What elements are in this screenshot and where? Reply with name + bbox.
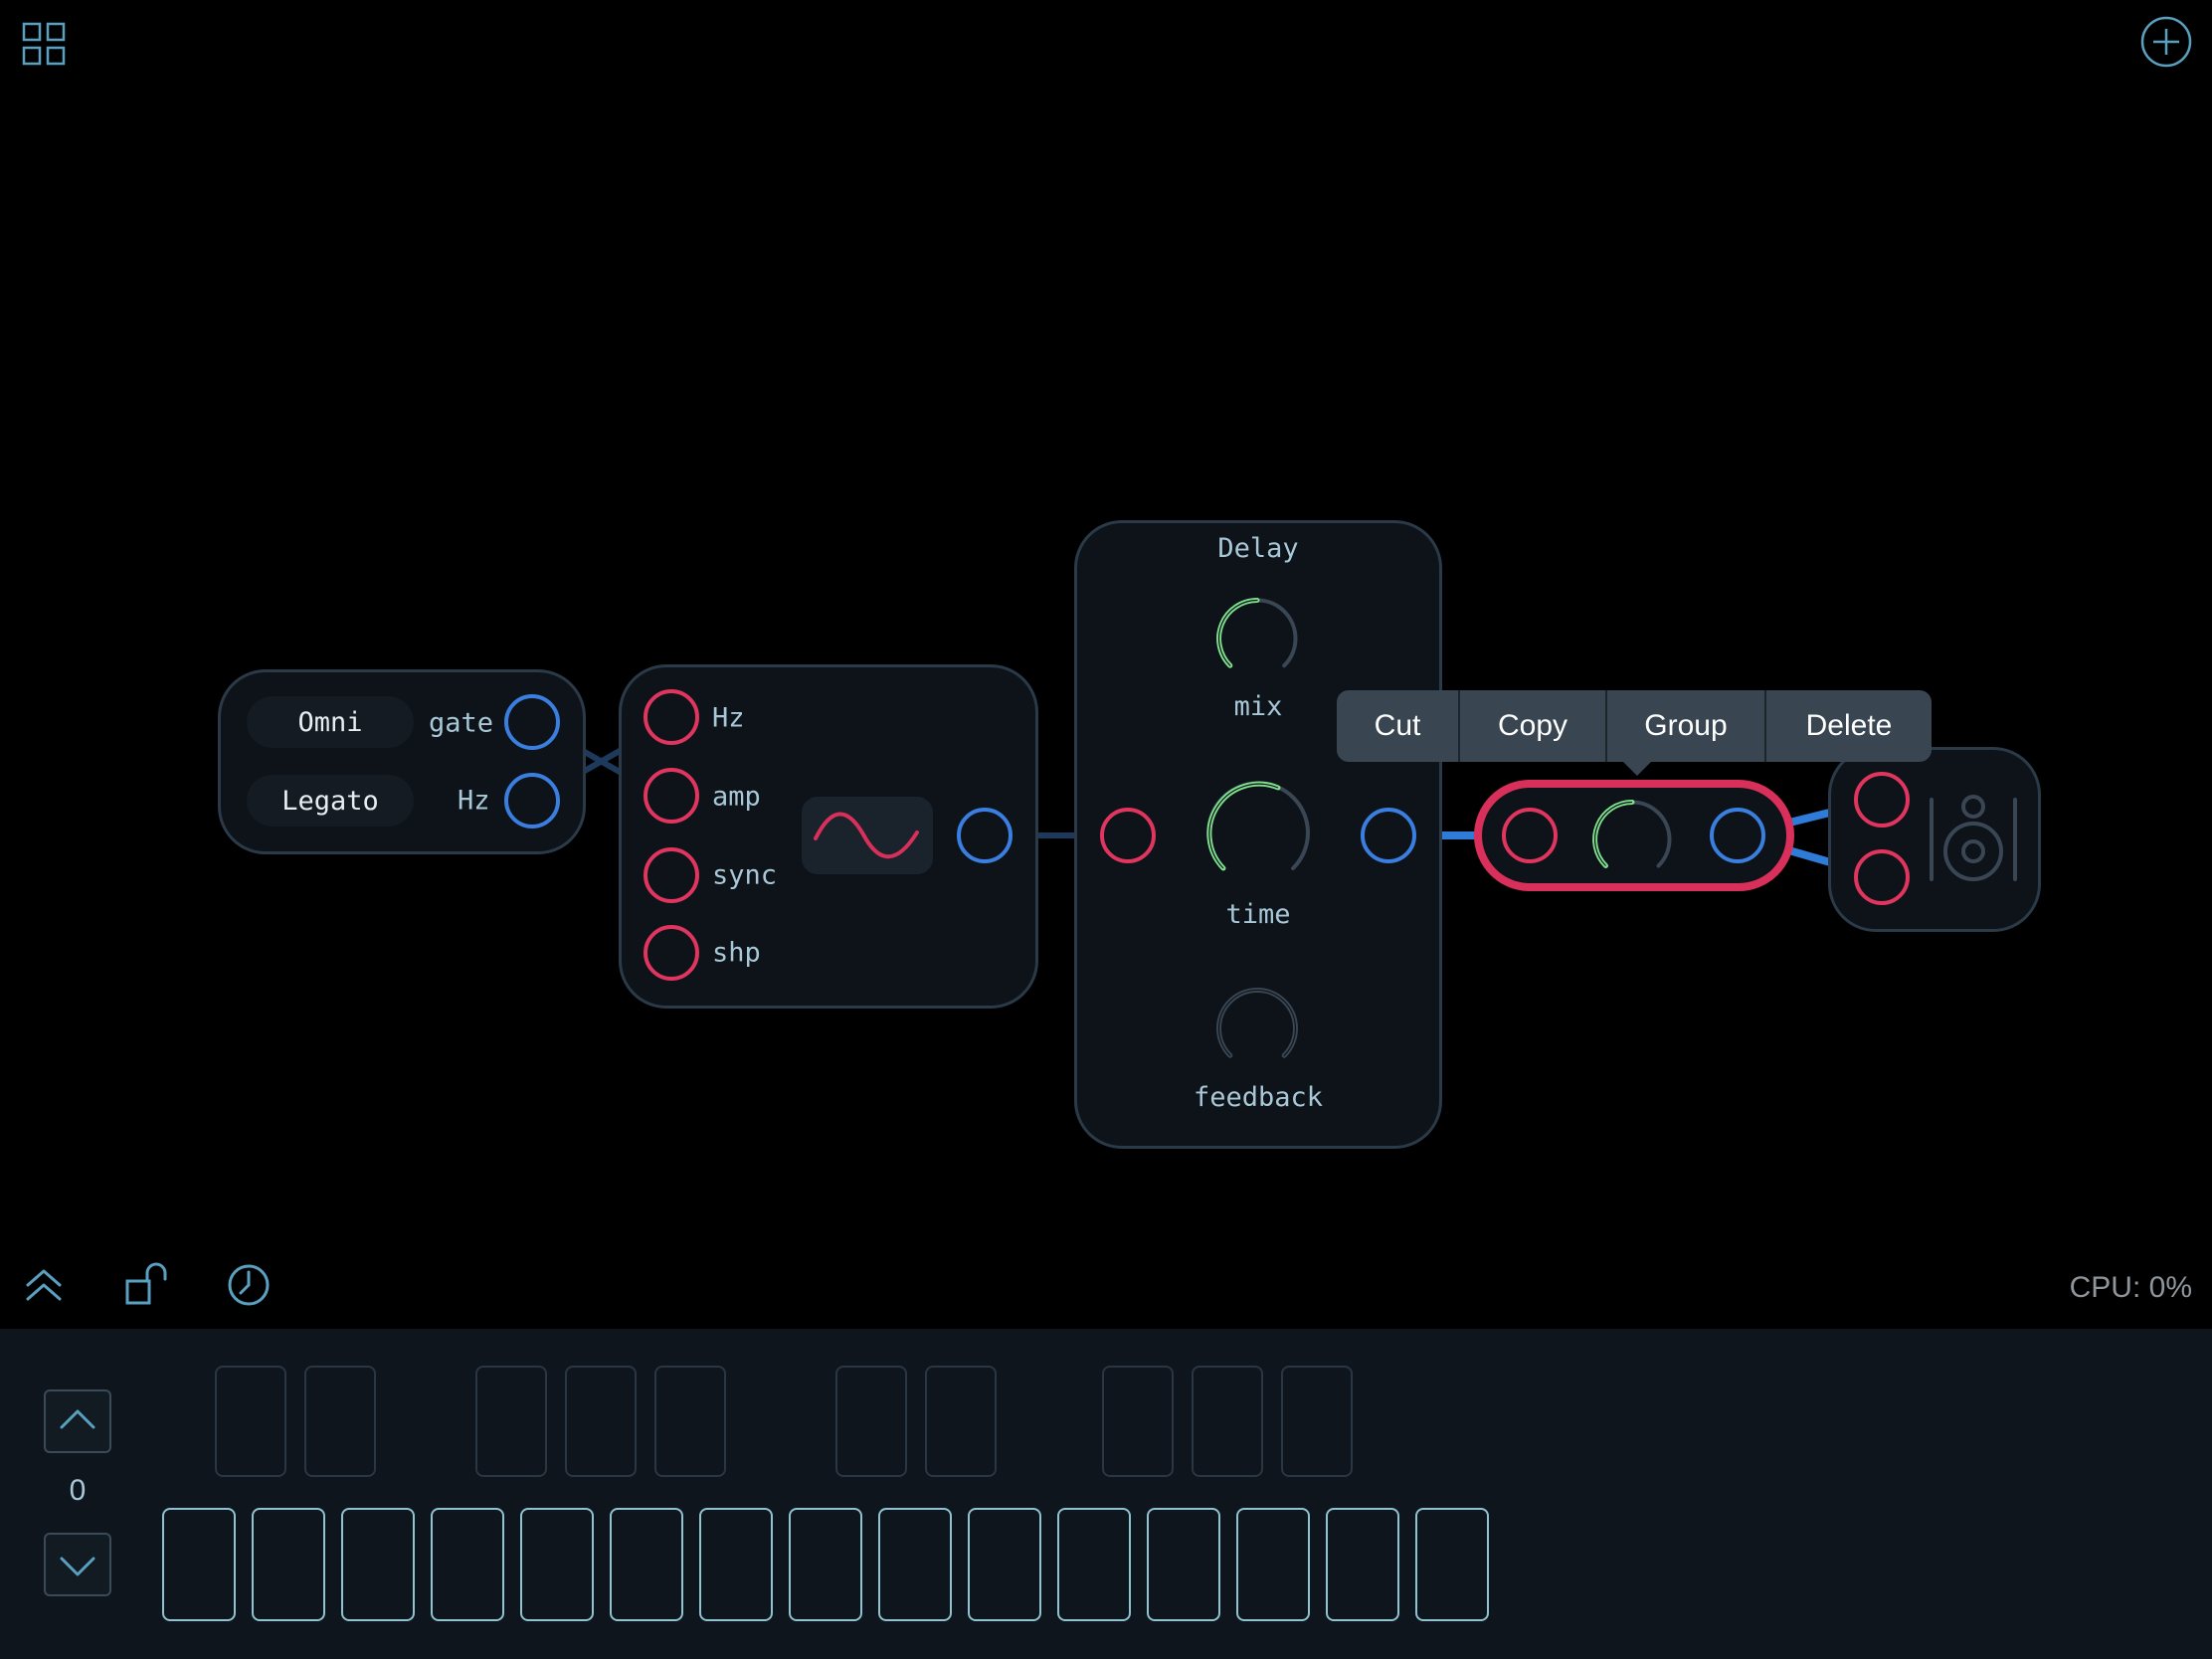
black-key[interactable]: [565, 1366, 637, 1477]
feedback-label: feedback: [1193, 1082, 1324, 1113]
cut-menu-item[interactable]: Cut: [1337, 690, 1460, 762]
white-key[interactable]: [878, 1508, 952, 1621]
time-label: time: [1225, 899, 1291, 930]
right-output-port[interactable]: [1854, 849, 1910, 905]
white-key[interactable]: [610, 1508, 683, 1621]
hz-output-label: Hz: [458, 785, 490, 817]
cpu-usage: CPU: 0%: [2069, 1271, 2192, 1304]
white-key[interactable]: [341, 1508, 415, 1621]
black-key[interactable]: [925, 1366, 997, 1477]
black-key[interactable]: [1281, 1366, 1353, 1477]
black-key[interactable]: [1192, 1366, 1263, 1477]
white-key[interactable]: [699, 1508, 773, 1621]
white-key[interactable]: [1236, 1508, 1310, 1621]
amp-input-label: amp: [712, 781, 761, 813]
gain-output-port[interactable]: [1710, 808, 1765, 863]
time-knob[interactable]: [1197, 772, 1320, 895]
unlock-icon[interactable]: [123, 1261, 169, 1307]
black-key[interactable]: [215, 1366, 286, 1477]
speaker-icon: [1926, 792, 2021, 887]
left-output-port[interactable]: [1854, 772, 1910, 828]
octave-up-button[interactable]: [44, 1389, 111, 1453]
legato-button[interactable]: Legato: [247, 775, 414, 827]
chevron-up-icon: [60, 1409, 95, 1429]
context-menu: Cut Copy Group Delete: [1337, 690, 1932, 762]
hz-input-label: Hz: [712, 702, 745, 734]
context-menu-arrow: [1621, 760, 1653, 776]
black-key[interactable]: [1102, 1366, 1174, 1477]
gate-output-port[interactable]: [504, 694, 560, 750]
omni-button[interactable]: Omni: [247, 696, 414, 748]
white-key[interactable]: [968, 1508, 1041, 1621]
delete-menu-item[interactable]: Delete: [1766, 690, 1932, 762]
mix-knob[interactable]: [1209, 591, 1305, 686]
white-key[interactable]: [252, 1508, 325, 1621]
white-key[interactable]: [162, 1508, 236, 1621]
shp-input-port[interactable]: [644, 925, 699, 981]
black-key[interactable]: [475, 1366, 547, 1477]
collapse-up-icon[interactable]: [24, 1265, 64, 1305]
delay-title: Delay: [1217, 533, 1299, 564]
osc-output-port[interactable]: [957, 808, 1013, 863]
black-key[interactable]: [654, 1366, 726, 1477]
black-key[interactable]: [304, 1366, 376, 1477]
gain-knob[interactable]: [1585, 793, 1679, 886]
white-key[interactable]: [1415, 1508, 1489, 1621]
white-key[interactable]: [1147, 1508, 1220, 1621]
white-key[interactable]: [1326, 1508, 1399, 1621]
delay-output-port[interactable]: [1361, 808, 1416, 863]
gain-input-port[interactable]: [1502, 808, 1558, 863]
white-key[interactable]: [1057, 1508, 1131, 1621]
sync-input-label: sync: [712, 859, 778, 891]
shp-input-label: shp: [712, 937, 761, 969]
delay-input-port[interactable]: [1100, 808, 1156, 863]
octave-down-button[interactable]: [44, 1533, 111, 1596]
clock-icon[interactable]: [227, 1263, 271, 1307]
gate-label: gate: [429, 707, 494, 739]
octave-value: 0: [69, 1474, 87, 1507]
group-menu-item[interactable]: Group: [1607, 690, 1766, 762]
white-key[interactable]: [789, 1508, 862, 1621]
sync-input-port[interactable]: [644, 847, 699, 903]
hz-input-port[interactable]: [644, 689, 699, 745]
copy-menu-item[interactable]: Copy: [1460, 690, 1607, 762]
mix-label: mix: [1233, 691, 1283, 722]
sine-wave-icon[interactable]: [802, 797, 933, 874]
black-key[interactable]: [835, 1366, 907, 1477]
feedback-knob[interactable]: [1209, 981, 1305, 1076]
hz-output-port[interactable]: [504, 773, 560, 829]
white-key[interactable]: [431, 1508, 504, 1621]
chevron-down-icon: [60, 1557, 95, 1576]
white-key[interactable]: [520, 1508, 594, 1621]
amp-input-port[interactable]: [644, 768, 699, 824]
